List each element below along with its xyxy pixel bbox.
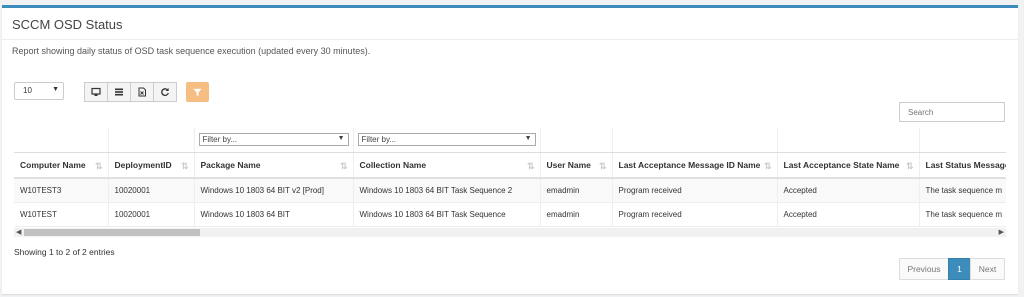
page-1-button[interactable]: 1: [948, 258, 971, 280]
table-row[interactable]: W10TEST 10020001 Windows 10 1803 64 BIT …: [14, 202, 1006, 227]
export-excel-button[interactable]: [130, 82, 154, 102]
panel-divider: [2, 39, 1018, 40]
cell-deployment-id: 10020001: [108, 178, 195, 203]
export-button-group: [84, 82, 177, 102]
cell-collection-name: Windows 10 1803 64 BIT Task Sequence 2: [353, 178, 541, 203]
cell-last-acceptance-state: Accepted: [777, 178, 920, 203]
next-page-button[interactable]: Next: [970, 258, 1005, 280]
column-header-last-status-message[interactable]: Last Status Message⇅: [919, 152, 1006, 179]
scrollbar-thumb[interactable]: [24, 229, 200, 236]
table-info-text: Showing 1 to 2 of 2 entries: [14, 247, 115, 257]
cell-user-name: emadmin: [540, 202, 613, 227]
sort-icon: ⇅: [763, 160, 772, 171]
scroll-left-icon[interactable]: ◀: [16, 228, 21, 236]
horizontal-scrollbar[interactable]: ◀ ▶: [14, 228, 1006, 237]
sort-icon: ⇅: [598, 160, 607, 171]
column-visibility-button[interactable]: [107, 82, 131, 102]
sort-icon: ⇅: [94, 160, 103, 171]
pagination: Previous 1 Next: [899, 258, 1005, 280]
column-header-last-acceptance-message-id[interactable]: Last Acceptance Message ID Name ⇅: [612, 152, 778, 179]
list-icon: [115, 88, 123, 96]
column-header-last-acceptance-state[interactable]: Last Acceptance State Name ⇅: [777, 152, 920, 179]
cell-computer-name: W10TEST3: [14, 178, 109, 203]
panel-title: SCCM OSD Status: [12, 17, 123, 32]
cell-package-name: Windows 10 1803 64 BIT: [194, 202, 354, 227]
cell-last-status-message: The task sequence m: [919, 202, 1006, 227]
cell-user-name: emadmin: [540, 178, 613, 203]
chevron-down-icon: ▼: [337, 135, 345, 143]
chevron-down-icon: ▼: [52, 86, 59, 93]
cell-last-acceptance-message: Program received: [612, 178, 778, 203]
package-filter-select[interactable]: Filter by... ▼: [198, 133, 349, 147]
column-filter-row: Filter by... ▼ Filter by... ▼: [14, 128, 1006, 153]
chevron-down-icon: ▼: [524, 135, 532, 143]
sort-icon: ⇅: [180, 160, 189, 171]
osd-status-table-wrapper: Filter by... ▼ Filter by... ▼ Computer N…: [14, 128, 1006, 228]
filter-icon: [193, 88, 202, 96]
package-filter-value: Filter by...: [202, 135, 238, 145]
column-header-package-name[interactable]: Package Name ⇅: [194, 152, 354, 179]
cell-deployment-id: 10020001: [108, 202, 195, 227]
sort-icon: ⇅: [526, 160, 535, 171]
print-view-button[interactable]: [84, 82, 108, 102]
table-row[interactable]: W10TEST3 10020001 Windows 10 1803 64 BIT…: [14, 178, 1006, 203]
refresh-icon: [161, 88, 169, 97]
scroll-right-icon[interactable]: ▶: [999, 228, 1004, 236]
previous-page-button[interactable]: Previous: [899, 258, 949, 280]
cell-last-acceptance-state: Accepted: [777, 202, 920, 227]
column-header-deployment-id[interactable]: DeploymentID ⇅: [108, 152, 195, 179]
cell-computer-name: W10TEST: [14, 202, 109, 227]
page-length-select[interactable]: 10 ▼: [14, 82, 64, 100]
column-header-computer-name[interactable]: Computer Name ⇅: [14, 152, 109, 179]
table-header-row: Computer Name ⇅ DeploymentID ⇅ Package Nam…: [14, 152, 1006, 179]
filter-toggle-button[interactable]: [186, 82, 209, 102]
cell-last-acceptance-message: Program received: [612, 202, 778, 227]
cell-package-name: Windows 10 1803 64 BIT v2 [Prod]: [194, 178, 354, 203]
sort-icon: ⇅: [339, 160, 348, 171]
excel-file-icon: [138, 87, 146, 97]
refresh-button[interactable]: [153, 82, 177, 102]
report-description: Report showing daily status of OSD task …: [12, 46, 371, 56]
collection-filter-select[interactable]: Filter by... ▼: [357, 133, 536, 147]
osd-status-table: Filter by... ▼ Filter by... ▼ Computer N…: [14, 128, 1006, 227]
cell-last-status-message: The task sequence m: [919, 178, 1006, 203]
monitor-icon: [91, 87, 101, 96]
column-header-collection-name[interactable]: Collection Name ⇅: [353, 152, 541, 179]
column-header-user-name[interactable]: User Name ⇅: [540, 152, 613, 179]
cell-collection-name: Windows 10 1803 64 BIT Task Sequence: [353, 202, 541, 227]
collection-filter-value: Filter by...: [361, 135, 397, 145]
search-input[interactable]: [899, 102, 1005, 122]
page-length-value: 10: [23, 86, 32, 95]
sort-icon: ⇅: [905, 160, 914, 171]
